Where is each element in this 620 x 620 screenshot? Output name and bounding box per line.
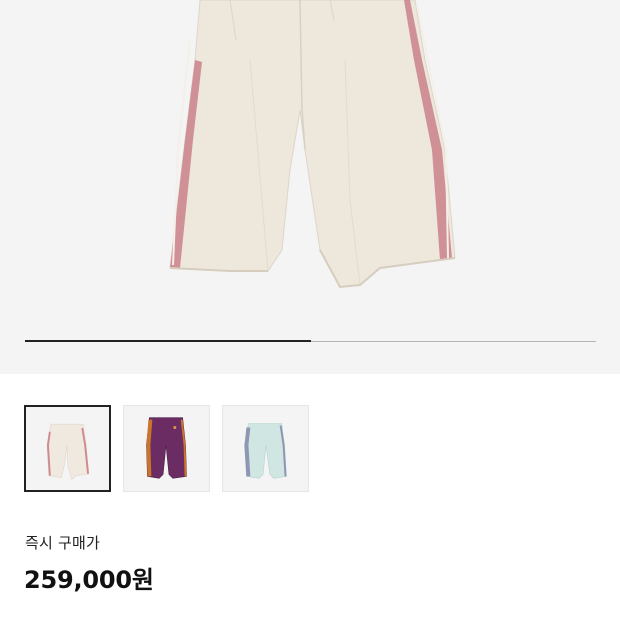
cream-pants-thumbnail-image [46, 423, 90, 481]
purple-pants-thumbnail-image [146, 417, 187, 479]
product-image-gallery[interactable] [0, 0, 620, 374]
product-main-image [169, 0, 456, 289]
instant-buy-price-label: 즉시 구매가 [25, 534, 100, 552]
mint-pants-thumbnail-image [244, 423, 287, 479]
thumbnail-cream[interactable] [24, 405, 111, 492]
thumbnail-mint[interactable] [222, 405, 309, 492]
thumbnail-purple[interactable] [123, 405, 210, 492]
gallery-progress-fill [25, 340, 311, 342]
thumbnail-list [24, 405, 309, 492]
gallery-progress-bar [25, 340, 596, 342]
instant-buy-price: 259,000원 [24, 566, 154, 594]
